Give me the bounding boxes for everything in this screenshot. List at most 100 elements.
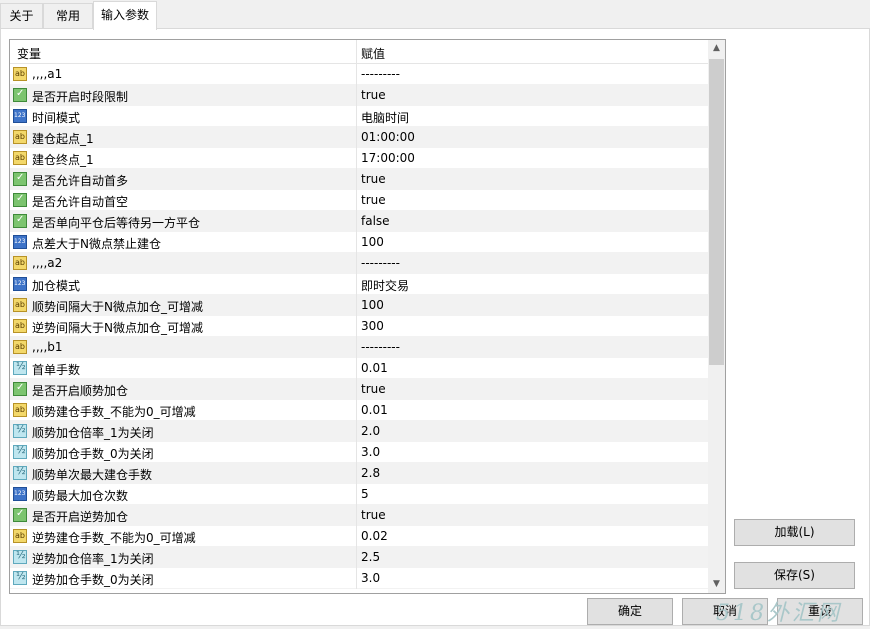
parameter-value[interactable]: 即时交易: [361, 277, 409, 294]
parameter-name: 逆势加仓倍率_1为关闭: [32, 552, 154, 566]
parameter-name: 顺势单次最大建仓手数: [32, 468, 153, 482]
parameter-row[interactable]: 是否单向平仓后等待另一方平仓 false: [10, 211, 708, 232]
parameter-value[interactable]: ---------: [361, 67, 400, 81]
parameter-row[interactable]: 时间模式 电脑时间: [10, 106, 708, 127]
parameter-value[interactable]: 300: [361, 319, 384, 333]
cancel-button[interactable]: 取消: [682, 598, 768, 625]
parameter-name: 是否允许自动首空: [32, 195, 129, 209]
vertical-scrollbar[interactable]: ▲ ▼: [708, 40, 725, 593]
parameter-row[interactable]: 点差大于N微点禁止建仓 100: [10, 232, 708, 253]
parameter-row[interactable]: 建仓起点_1 01:00:00: [10, 127, 708, 148]
parameter-value[interactable]: false: [361, 214, 390, 228]
tab-common[interactable]: 常用: [43, 3, 93, 28]
parameter-value[interactable]: 5: [361, 487, 369, 501]
column-divider: [356, 547, 357, 568]
column-divider[interactable]: [356, 40, 357, 63]
parameter-row[interactable]: 是否允许自动首多 true: [10, 169, 708, 190]
int-type-icon: [13, 487, 27, 501]
parameter-value[interactable]: true: [361, 172, 386, 186]
parameter-row[interactable]: 是否允许自动首空 true: [10, 190, 708, 211]
parameter-value[interactable]: 17:00:00: [361, 151, 415, 165]
parameter-value[interactable]: 0.01: [361, 361, 388, 375]
tab-input-parameters[interactable]: 输入参数: [93, 1, 157, 30]
bool-type-icon: [13, 508, 27, 522]
parameter-value[interactable]: 0.02: [361, 529, 388, 543]
scroll-up-icon[interactable]: ▲: [708, 40, 725, 57]
string-type-icon: [13, 67, 27, 81]
parameter-row[interactable]: 逆势加仓手数_0为关闭 3.0: [10, 568, 708, 589]
tab-bar: 关于 常用 输入参数: [0, 0, 870, 30]
parameter-value[interactable]: 100: [361, 298, 384, 312]
parameter-row[interactable]: 顺势单次最大建仓手数 2.8: [10, 463, 708, 484]
parameter-value[interactable]: true: [361, 382, 386, 396]
column-divider: [356, 400, 357, 421]
parameter-row[interactable]: 逆势建仓手数_不能为0_可增减 0.02: [10, 526, 708, 547]
bool-type-icon: [13, 382, 27, 396]
parameter-name: 点差大于N微点禁止建仓: [32, 237, 161, 251]
parameter-row[interactable]: 首单手数 0.01: [10, 358, 708, 379]
double-type-icon: [13, 550, 27, 564]
column-divider: [356, 442, 357, 463]
parameter-name: 顺势最大加仓次数: [32, 489, 129, 503]
parameter-name: ,,,,a1: [32, 67, 63, 81]
column-divider: [356, 232, 357, 253]
parameter-value[interactable]: 2.0: [361, 424, 380, 438]
parameter-value[interactable]: ---------: [361, 256, 400, 270]
double-type-icon: [13, 571, 27, 585]
parameters-grid[interactable]: 变量 赋值 ,,,,a1 --------- 是否开启时段限制 true 时间模式 电脑时…: [9, 39, 726, 594]
parameter-row[interactable]: 是否开启顺势加仓 true: [10, 379, 708, 400]
parameter-value[interactable]: 0.01: [361, 403, 388, 417]
column-divider: [356, 526, 357, 547]
parameter-name: 是否单向平仓后等待另一方平仓: [32, 216, 201, 230]
reset-button[interactable]: 重设: [777, 598, 863, 625]
parameter-row[interactable]: 逆势间隔大于N微点加仓_可增减 300: [10, 316, 708, 337]
parameter-row[interactable]: ,,,,b1 ---------: [10, 337, 708, 358]
parameter-row[interactable]: 逆势加仓倍率_1为关闭 2.5: [10, 547, 708, 568]
scroll-thumb[interactable]: [709, 59, 724, 365]
parameter-value[interactable]: 电脑时间: [361, 109, 409, 126]
parameter-value[interactable]: 01:00:00: [361, 130, 415, 144]
scroll-down-icon[interactable]: ▼: [708, 576, 725, 593]
int-type-icon: [13, 235, 27, 249]
parameter-value[interactable]: 3.0: [361, 445, 380, 459]
bool-type-icon: [13, 214, 27, 228]
parameter-name: 是否允许自动首多: [32, 174, 129, 188]
parameter-value[interactable]: 100: [361, 235, 384, 249]
tab-about[interactable]: 关于: [0, 3, 43, 28]
parameter-name: 顺势间隔大于N微点加仓_可增减: [32, 300, 203, 314]
parameter-row[interactable]: 顺势加仓手数_0为关闭 3.0: [10, 442, 708, 463]
parameter-row[interactable]: 加仓模式 即时交易: [10, 274, 708, 295]
column-divider: [356, 316, 357, 337]
ok-button[interactable]: 确定: [587, 598, 673, 625]
column-divider: [356, 148, 357, 169]
string-type-icon: [13, 403, 27, 417]
parameter-value[interactable]: true: [361, 193, 386, 207]
parameter-row[interactable]: ,,,,a2 ---------: [10, 253, 708, 274]
parameter-row[interactable]: 顺势间隔大于N微点加仓_可增减 100: [10, 295, 708, 316]
column-divider: [356, 568, 357, 589]
parameter-row[interactable]: 建仓终点_1 17:00:00: [10, 148, 708, 169]
parameter-name: 逆势加仓手数_0为关闭: [32, 573, 154, 587]
parameter-value[interactable]: 2.5: [361, 550, 380, 564]
parameter-value[interactable]: true: [361, 88, 386, 102]
int-type-icon: [13, 109, 27, 123]
parameter-value[interactable]: true: [361, 508, 386, 522]
parameter-name: ,,,,b1: [32, 340, 63, 354]
parameter-row[interactable]: 顺势加仓倍率_1为关闭 2.0: [10, 421, 708, 442]
parameter-value[interactable]: ---------: [361, 340, 400, 354]
parameter-row[interactable]: 顺势建仓手数_不能为0_可增减 0.01: [10, 400, 708, 421]
string-type-icon: [13, 151, 27, 165]
column-divider: [356, 295, 357, 316]
parameter-value[interactable]: 2.8: [361, 466, 380, 480]
save-button[interactable]: 保存(S): [734, 562, 855, 589]
header-variable[interactable]: 变量: [17, 45, 41, 62]
parameter-row[interactable]: 是否开启时段限制 true: [10, 85, 708, 106]
parameter-rows: ,,,,a1 --------- 是否开启时段限制 true 时间模式 电脑时间建仓起点_…: [10, 64, 708, 589]
parameter-row[interactable]: 顺势最大加仓次数 5: [10, 484, 708, 505]
bool-type-icon: [13, 88, 27, 102]
parameter-value[interactable]: 3.0: [361, 571, 380, 585]
parameter-row[interactable]: ,,,,a1 ---------: [10, 64, 708, 85]
parameter-row[interactable]: 是否开启逆势加仓 true: [10, 505, 708, 526]
header-value[interactable]: 赋值: [361, 45, 385, 62]
load-button[interactable]: 加载(L): [734, 519, 855, 546]
